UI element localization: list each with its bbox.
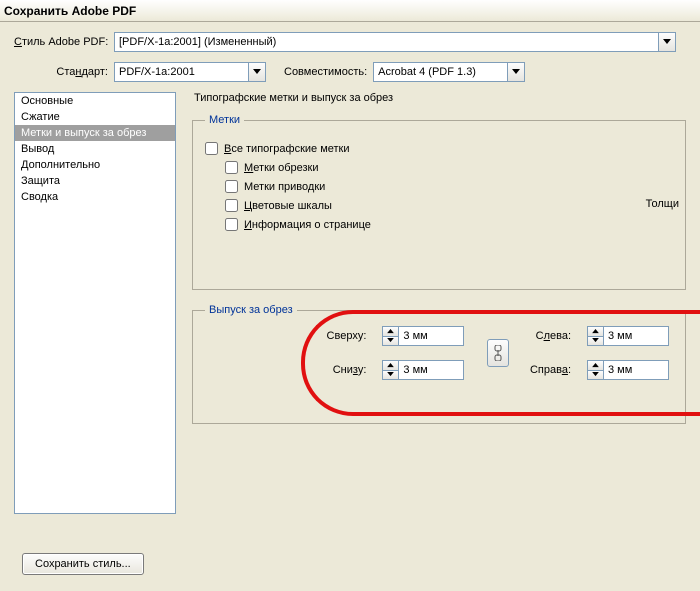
spinner-down-icon[interactable] [383,370,398,380]
marks-group: Метки Все типографские метки Метки обрез… [192,114,686,290]
weight-label-cutoff: Толщи [646,198,679,210]
bleed-left-spinner[interactable]: 3 мм [587,326,669,346]
compatibility-value: Acrobat 4 (PDF 1.3) [378,66,476,78]
pdf-style-value: [PDF/X-1a:2001] (Измененный) [119,36,276,48]
dialog-title: Сохранить Adobe PDF [4,4,136,18]
compatibility-combo[interactable]: Acrobat 4 (PDF 1.3) [373,62,525,82]
check-all-marks[interactable]: Все типографские метки [205,142,673,155]
bleed-top-spinner[interactable]: 3 мм [382,326,464,346]
bleed-right-label: Справа: [528,364,571,376]
bleed-top-value: 3 мм [399,327,463,345]
bleed-right-value: 3 мм [604,361,668,379]
sidebar-item[interactable]: Вывод [15,141,175,157]
sidebar-item[interactable]: Метки и выпуск за обрез [15,125,175,141]
check-color-bars[interactable]: Цветовые шкалы [225,199,673,212]
sidebar-item[interactable]: Дополнительно [15,157,175,173]
check-page-info[interactable]: Информация о странице [225,218,673,231]
dialog-titlebar: Сохранить Adobe PDF [0,0,700,22]
bleed-legend: Выпуск за обрез [205,304,297,316]
category-list[interactable]: Основные Сжатие Метки и выпуск за обрез … [14,92,176,514]
save-style-button[interactable]: Сохранить стиль... [22,553,144,575]
pdf-style-label: Стиль Adobe PDF: [14,36,108,48]
bleed-bottom-label: Снизу: [325,364,366,376]
bleed-right-spinner[interactable]: 3 мм [587,360,669,380]
marks-legend: Метки [205,114,244,126]
standard-label: Стандарт: [14,66,108,78]
compatibility-label: Совместимость: [284,66,367,78]
check-page-info-box[interactable] [225,218,238,231]
chevron-down-icon [248,63,265,81]
spinner-up-icon[interactable] [383,361,398,370]
standard-combo[interactable]: PDF/X-1a:2001 [114,62,266,82]
sidebar-item[interactable]: Сжатие [15,109,175,125]
content-panel: Типографские метки и выпуск за обрез Мет… [192,92,686,438]
bleed-left-value: 3 мм [604,327,668,345]
bleed-top-label: Сверху: [325,330,366,342]
panel-title: Типографские метки и выпуск за обрез [194,92,686,104]
sidebar-item[interactable]: Защита [15,173,175,189]
pdf-style-combo[interactable]: [PDF/X-1a:2001] (Измененный) [114,32,676,52]
link-icon[interactable] [487,339,509,367]
sidebar-item[interactable]: Основные [15,93,175,109]
check-registration-marks[interactable]: Метки приводки [225,180,673,193]
standard-value: PDF/X-1a:2001 [119,66,195,78]
spinner-down-icon[interactable] [588,370,603,380]
check-trim-marks-box[interactable] [225,161,238,174]
chevron-down-icon [658,33,675,51]
check-registration-marks-box[interactable] [225,180,238,193]
bleed-group: Выпуск за обрез Сверху: 3 мм [192,304,686,424]
save-pdf-dialog: Сохранить Adobe PDF Стиль Adobe PDF: [PD… [0,0,700,591]
check-trim-marks[interactable]: Метки обрезки [225,161,673,174]
spinner-up-icon[interactable] [588,361,603,370]
bleed-bottom-spinner[interactable]: 3 мм [382,360,464,380]
spinner-up-icon[interactable] [383,327,398,336]
sidebar-item[interactable]: Сводка [15,189,175,205]
spinner-down-icon[interactable] [383,336,398,346]
bleed-bottom-value: 3 мм [399,361,463,379]
spinner-down-icon[interactable] [588,336,603,346]
check-color-bars-box[interactable] [225,199,238,212]
bleed-left-label: Слева: [528,330,571,342]
check-all-marks-box[interactable] [205,142,218,155]
chevron-down-icon [507,63,524,81]
spinner-up-icon[interactable] [588,327,603,336]
